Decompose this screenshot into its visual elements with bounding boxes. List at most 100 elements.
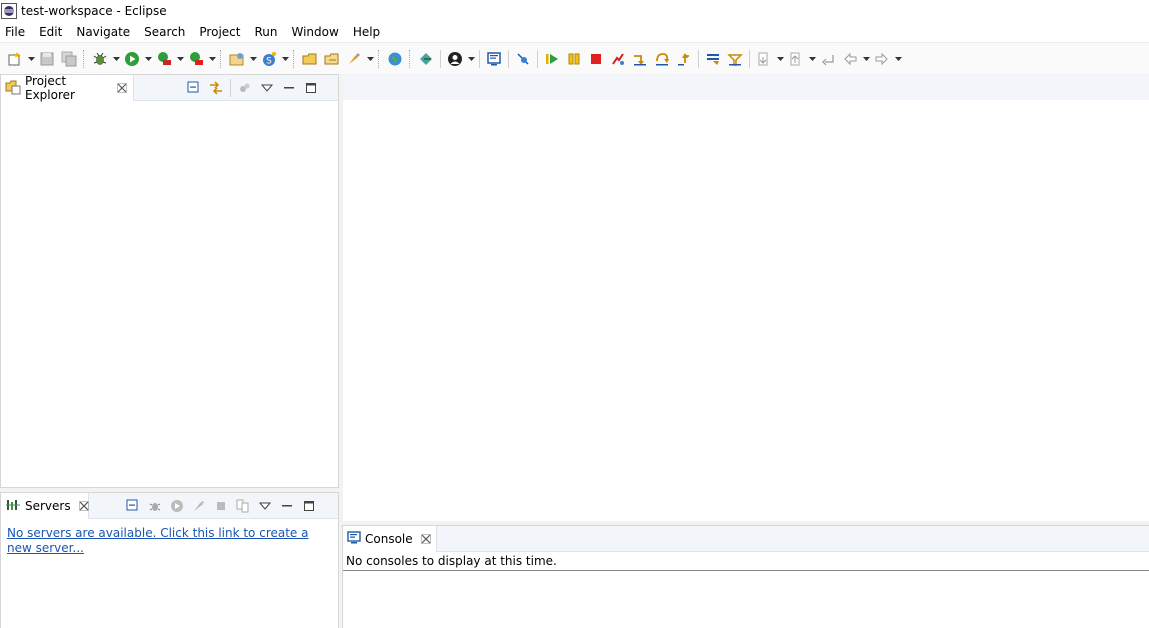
menu-search[interactable]: Search	[137, 22, 192, 42]
collapse-all-icon[interactable]	[123, 496, 143, 516]
menu-file[interactable]: File	[0, 22, 32, 42]
new-wizard-icon[interactable]	[5, 49, 25, 69]
toolbar-separator	[479, 49, 480, 68]
forward-icon[interactable]	[872, 49, 892, 69]
console-icon	[347, 530, 361, 548]
tab-console[interactable]: Console	[343, 526, 437, 552]
open-web-browser-icon[interactable]	[385, 49, 405, 69]
console-tab-label: Console	[365, 532, 413, 546]
filters-icon[interactable]	[235, 78, 255, 98]
workbench-area: Project Explorer Servers No servers are …	[0, 74, 1149, 628]
debug-icon[interactable]	[90, 49, 110, 69]
previous-annotation-icon[interactable]	[786, 49, 806, 69]
project-explorer-tabbar: Project Explorer	[1, 74, 338, 102]
minimize-icon[interactable]	[279, 78, 299, 98]
terminate-icon[interactable]	[586, 49, 606, 69]
view-menu-icon[interactable]	[255, 496, 275, 516]
view-menu-icon[interactable]	[257, 78, 277, 98]
previous-annotation-dropdown[interactable]	[807, 49, 817, 69]
close-icon[interactable]	[117, 83, 127, 93]
collapse-all-icon[interactable]	[184, 78, 204, 98]
open-task-icon[interactable]	[322, 49, 342, 69]
tab-project-explorer[interactable]: Project Explorer	[1, 74, 134, 102]
run-icon[interactable]	[122, 49, 142, 69]
publish-icon[interactable]	[233, 496, 253, 516]
title-bar: test-workspace - Eclipse	[0, 0, 1149, 22]
step-into-icon[interactable]	[630, 49, 650, 69]
new-java-project-icon[interactable]	[227, 49, 247, 69]
profile-dropdown[interactable]	[466, 49, 476, 69]
start-server-icon[interactable]	[167, 496, 187, 516]
close-icon[interactable]	[78, 501, 89, 511]
toolbar-grip	[293, 49, 296, 68]
servers-tabbar: Servers	[1, 493, 338, 519]
search-dropdown[interactable]	[365, 49, 375, 69]
toolbar-grip	[220, 49, 223, 68]
menu-navigate[interactable]: Navigate	[69, 22, 137, 42]
next-annotation-dropdown[interactable]	[775, 49, 785, 69]
eclipse-icon	[1, 3, 17, 19]
step-over-icon[interactable]	[652, 49, 672, 69]
next-annotation-icon[interactable]	[754, 49, 774, 69]
maximize-icon[interactable]	[301, 78, 321, 98]
deploy-icon[interactable]	[416, 49, 436, 69]
servers-content: No servers are available. Click this lin…	[7, 526, 317, 556]
new-java-project-dropdown[interactable]	[248, 49, 258, 69]
run-external-tool-icon[interactable]	[186, 49, 206, 69]
editor-area	[343, 76, 1149, 521]
suspend-icon[interactable]	[564, 49, 584, 69]
console-panel: Console No consoles to display at this t…	[342, 525, 1149, 628]
save-all-icon[interactable]	[59, 49, 79, 69]
save-icon[interactable]	[37, 49, 57, 69]
back-icon[interactable]	[840, 49, 860, 69]
menu-bar: File Edit Navigate Search Project Run Wi…	[0, 22, 1149, 42]
use-step-filters-icon[interactable]	[725, 49, 745, 69]
toolbar-separator	[440, 49, 441, 68]
tab-servers[interactable]: Servers	[1, 493, 89, 519]
servers-actions	[122, 493, 320, 519]
profile-icon[interactable]	[445, 49, 465, 69]
maximize-icon[interactable]	[299, 496, 319, 516]
close-icon[interactable]	[420, 534, 431, 544]
run-dropdown[interactable]	[143, 49, 153, 69]
toolbar-separator	[698, 49, 699, 68]
drop-to-frame-icon[interactable]	[703, 49, 723, 69]
coverage-dropdown[interactable]	[175, 49, 185, 69]
menu-window[interactable]: Window	[284, 22, 345, 42]
console-icon[interactable]	[484, 49, 504, 69]
last-edit-location-icon[interactable]	[818, 49, 838, 69]
step-return-icon[interactable]	[674, 49, 694, 69]
forward-dropdown[interactable]	[893, 49, 903, 69]
servers-icon	[5, 497, 21, 516]
create-server-link[interactable]: No servers are available. Click this lin…	[7, 526, 308, 555]
toolbar-separator	[537, 49, 538, 68]
resume-icon[interactable]	[542, 49, 562, 69]
new-class-icon[interactable]: S	[259, 49, 279, 69]
menu-run[interactable]: Run	[247, 22, 284, 42]
toolbar-separator	[508, 49, 509, 68]
profile-server-icon[interactable]	[189, 496, 209, 516]
menu-help[interactable]: Help	[346, 22, 387, 42]
new-wizard-dropdown[interactable]	[26, 49, 36, 69]
menu-edit[interactable]: Edit	[32, 22, 69, 42]
back-dropdown[interactable]	[861, 49, 871, 69]
run-coverage-icon[interactable]	[154, 49, 174, 69]
search-icon[interactable]	[344, 49, 364, 69]
svg-text:S: S	[266, 56, 272, 66]
stop-server-icon[interactable]	[211, 496, 231, 516]
skip-breakpoints-icon[interactable]	[513, 49, 533, 69]
open-type-icon[interactable]	[300, 49, 320, 69]
editor-tabbar	[343, 76, 1149, 100]
disconnect-icon[interactable]	[608, 49, 628, 69]
toolbar-grip	[409, 49, 412, 68]
minimize-icon[interactable]	[277, 496, 297, 516]
new-class-dropdown[interactable]	[280, 49, 290, 69]
debug-server-icon[interactable]	[145, 496, 165, 516]
project-explorer-tab-label: Project Explorer	[25, 74, 75, 102]
menu-project[interactable]: Project	[192, 22, 247, 42]
debug-dropdown[interactable]	[111, 49, 121, 69]
link-with-editor-icon[interactable]	[206, 78, 226, 98]
servers-panel: Servers No servers are available. Click …	[0, 492, 339, 628]
external-tool-dropdown[interactable]	[207, 49, 217, 69]
window-title: test-workspace - Eclipse	[21, 4, 167, 18]
